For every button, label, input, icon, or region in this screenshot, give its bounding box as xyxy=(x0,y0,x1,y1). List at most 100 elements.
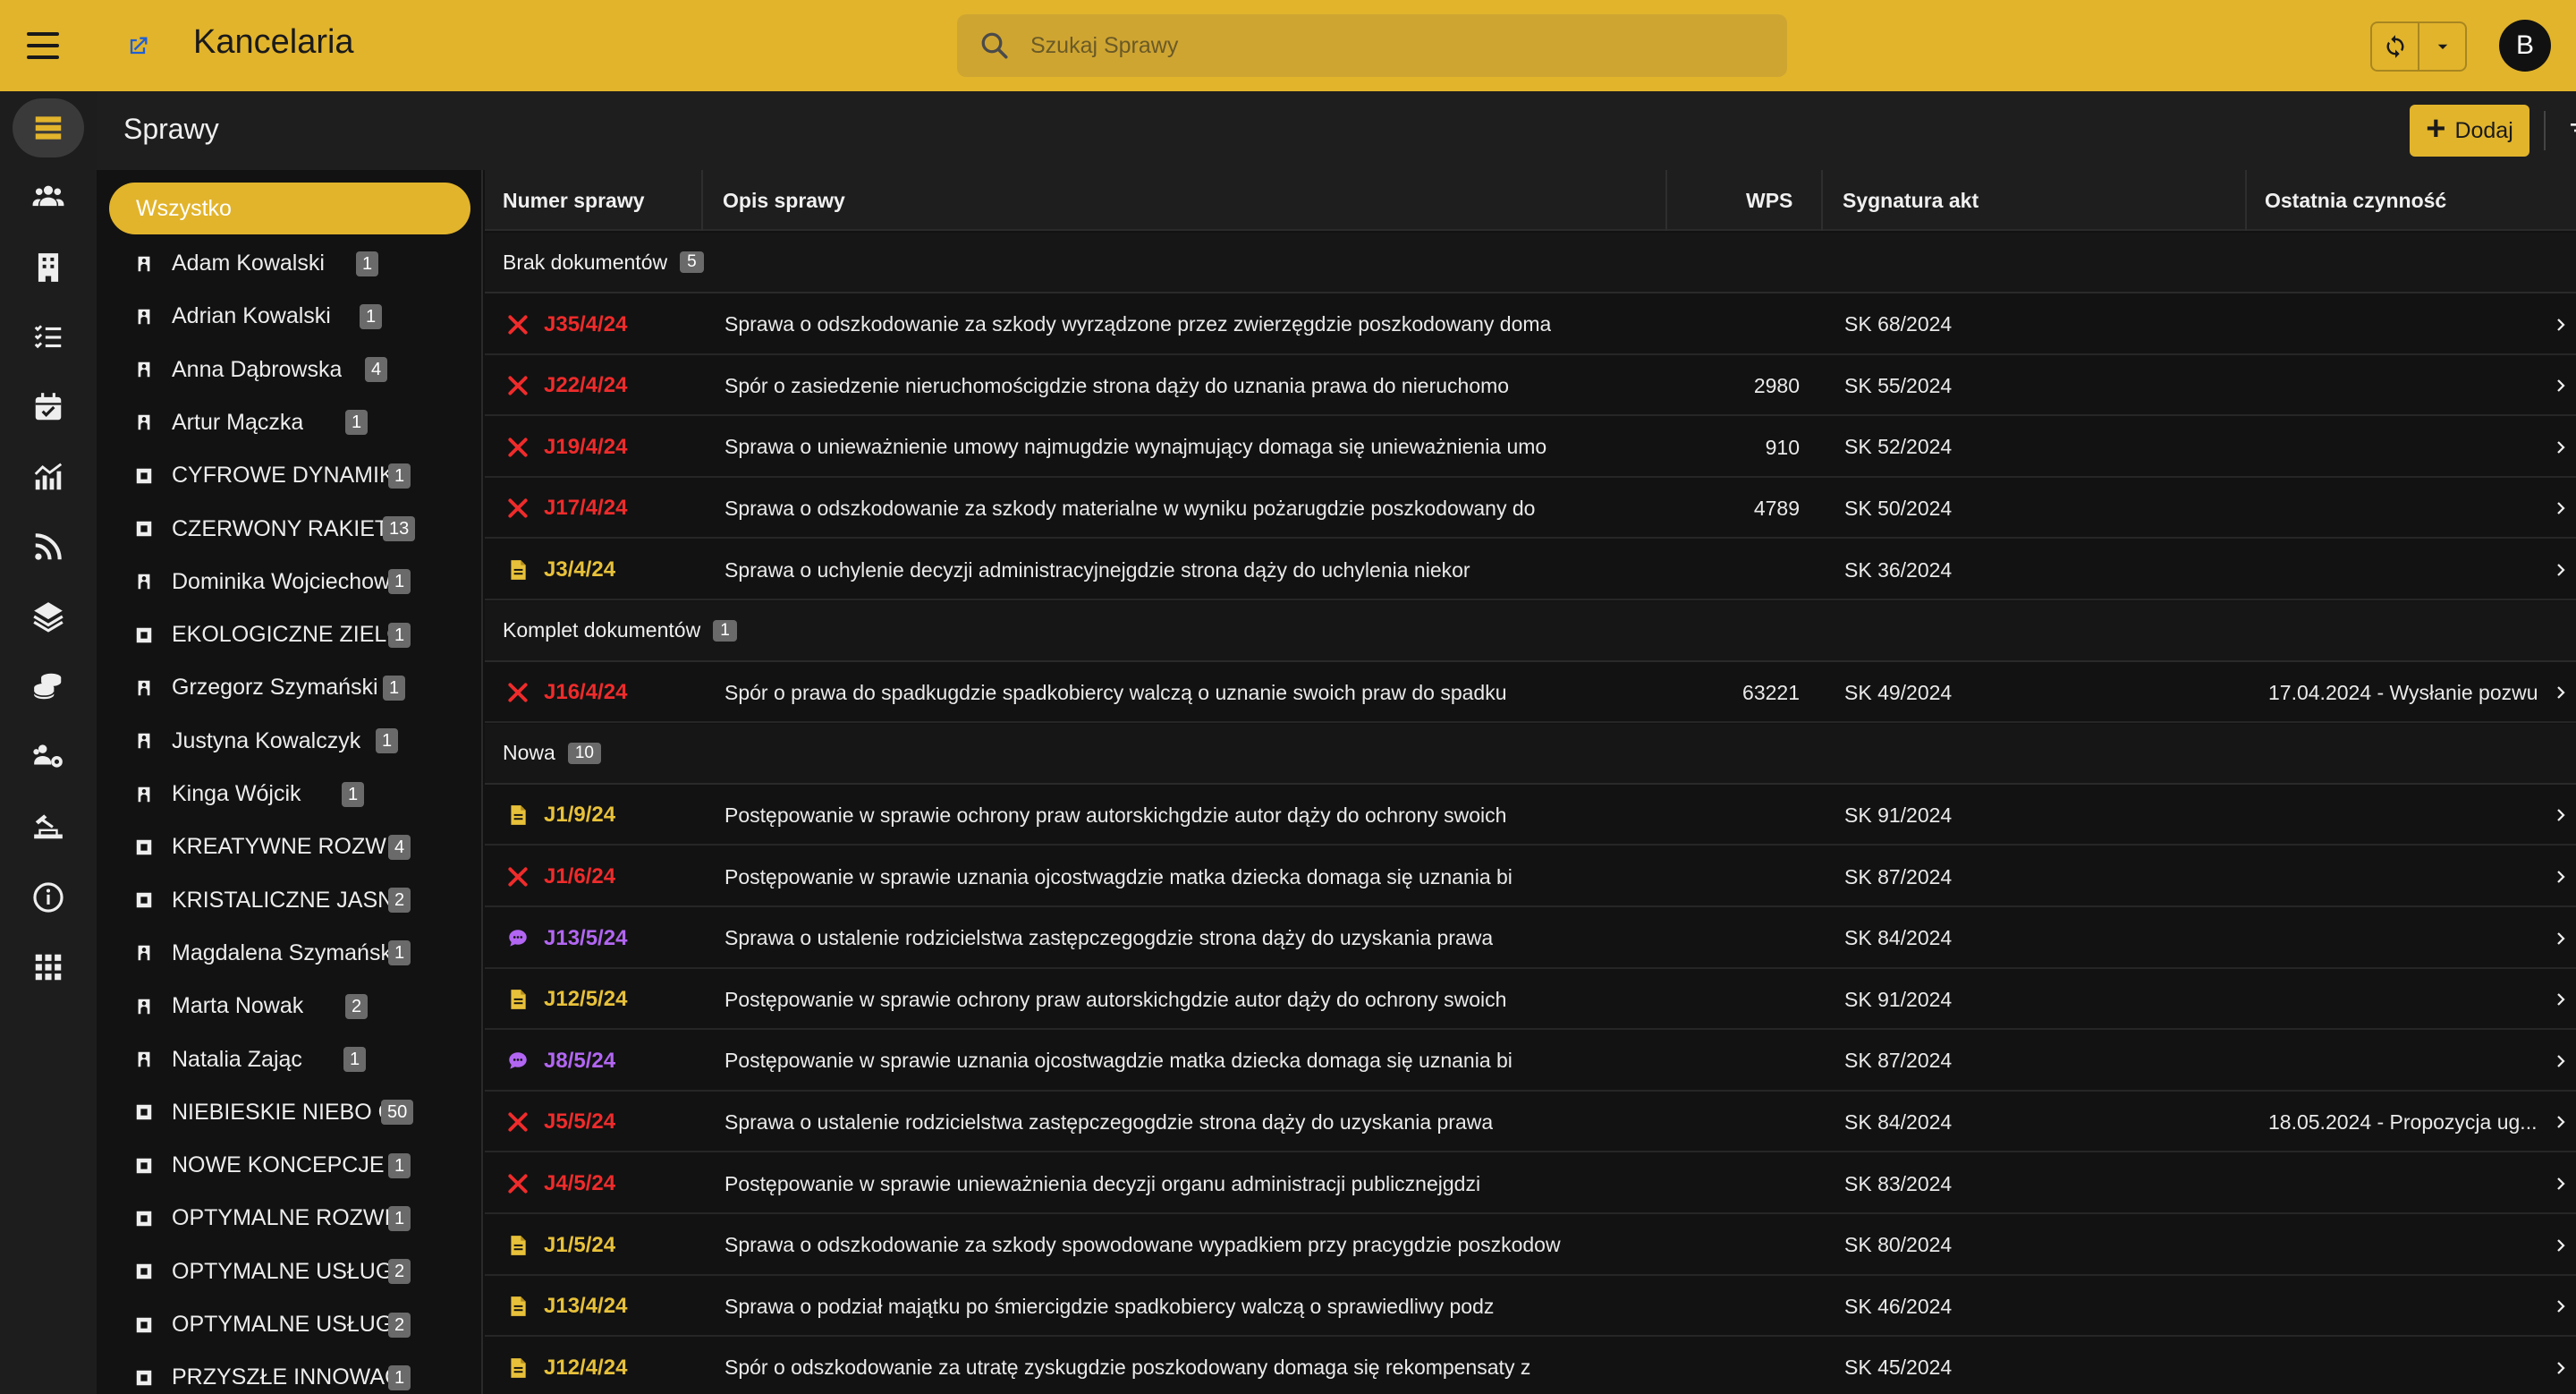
table-row[interactable]: J12/4/24 Spór o odszkodowanie za utratę z… xyxy=(485,1338,2576,1394)
sidebar-client-item[interactable]: Marta Nowak 2 xyxy=(97,980,481,1033)
sidebar-client-item[interactable]: OPTYMALNE ROZWIĄ 1 xyxy=(97,1192,481,1245)
sync-dropdown-button[interactable] xyxy=(2419,23,2465,70)
table-row[interactable]: J3/4/24 Sprawa o uchylenie decyzji admini… xyxy=(485,540,2576,600)
case-number[interactable]: J13/4/24 xyxy=(544,1276,627,1337)
chevron-right-icon[interactable] xyxy=(2553,1297,2569,1315)
table-row[interactable]: J19/4/24 Sprawa o unieważnienie umowy naj… xyxy=(485,417,2576,478)
chevron-right-icon[interactable] xyxy=(2553,561,2569,579)
filter-icon[interactable] xyxy=(2567,116,2576,145)
sidebar-client-item[interactable]: Natalia Zając 1 xyxy=(97,1033,481,1086)
sidebar-client-item[interactable]: Magdalena Szymańsk 1 xyxy=(97,927,481,980)
col-description[interactable]: Opis sprawy xyxy=(723,170,845,231)
chevron-right-icon[interactable] xyxy=(2553,499,2569,517)
chevron-right-icon[interactable] xyxy=(2553,868,2569,886)
table-row[interactable]: J13/4/24 Sprawa o podział majątku po śmie… xyxy=(485,1276,2576,1338)
rail-team[interactable] xyxy=(13,727,84,786)
case-number[interactable]: J19/4/24 xyxy=(544,417,627,478)
open-external-icon[interactable] xyxy=(125,34,150,59)
chevron-right-icon[interactable] xyxy=(2553,316,2569,334)
case-number[interactable]: J35/4/24 xyxy=(544,294,627,355)
chevron-right-icon[interactable] xyxy=(2553,1175,2569,1193)
search-box[interactable] xyxy=(957,14,1787,77)
chevron-right-icon[interactable] xyxy=(2553,930,2569,948)
chevron-right-icon[interactable] xyxy=(2553,377,2569,395)
case-number[interactable]: J16/4/24 xyxy=(544,662,627,723)
case-number[interactable]: J1/6/24 xyxy=(544,846,615,907)
table-row[interactable]: J8/5/24 Postępowanie w sprawie uznania oj… xyxy=(485,1031,2576,1092)
sidebar-client-item[interactable]: KRISTALICZNE JASNI 2 xyxy=(97,874,481,927)
sidebar-client-item[interactable]: OPTYMALNE USŁUGI 2 xyxy=(97,1245,481,1298)
rail-info[interactable] xyxy=(13,868,84,927)
chevron-right-icon[interactable] xyxy=(2553,1237,2569,1254)
sidebar-client-item[interactable]: KREATYWNE ROZWIĄ 4 xyxy=(97,820,481,873)
case-number[interactable]: J12/5/24 xyxy=(544,969,627,1030)
rail-feed[interactable] xyxy=(13,517,84,576)
sidebar-client-item[interactable]: NIEBIESKIE NIEBO G 50 xyxy=(97,1086,481,1139)
case-number[interactable]: J8/5/24 xyxy=(544,1031,615,1092)
sidebar-client-item[interactable]: Artur Mączka 1 xyxy=(97,396,481,449)
table-group-header[interactable]: Komplet dokumentów 1 xyxy=(485,600,2576,662)
sidebar-client-item[interactable]: Adam Kowalski 1 xyxy=(97,237,481,290)
sidebar-client-item[interactable]: OPTYMALNE USŁUGI 2 xyxy=(97,1298,481,1351)
case-number[interactable]: J22/4/24 xyxy=(544,355,627,416)
sidebar-client-item[interactable]: Kinga Wójcik 1 xyxy=(97,768,481,820)
sidebar-client-item[interactable]: Anna Dąbrowska 4 xyxy=(97,344,481,396)
rail-layers[interactable] xyxy=(13,587,84,646)
table-row[interactable]: J17/4/24 Sprawa o odszkodowanie za szkody… xyxy=(485,478,2576,540)
sidebar-client-item[interactable]: Grzegorz Szymański 1 xyxy=(97,661,481,714)
rail-court[interactable] xyxy=(13,796,84,855)
table-row[interactable]: J16/4/24 Spór o prawa do spadkugdzie spad… xyxy=(485,662,2576,724)
sidebar-client-item[interactable]: Adrian Kowalski 1 xyxy=(97,290,481,343)
sidebar-client-item[interactable]: Justyna Kowalczyk 1 xyxy=(97,715,481,768)
rail-clients[interactable] xyxy=(13,166,84,225)
filter-all[interactable]: Wszystko xyxy=(109,183,470,234)
case-number[interactable]: J17/4/24 xyxy=(544,478,627,539)
chevron-right-icon[interactable] xyxy=(2553,684,2569,701)
chevron-right-icon[interactable] xyxy=(2553,1052,2569,1070)
sidebar-client-item[interactable]: Dominika Wojciechow 1 xyxy=(97,556,481,608)
case-number[interactable]: J3/4/24 xyxy=(544,540,615,600)
table-row[interactable]: J4/5/24 Postępowanie w sprawie unieważnie… xyxy=(485,1153,2576,1214)
chevron-right-icon[interactable] xyxy=(2553,438,2569,456)
chevron-right-icon[interactable] xyxy=(2553,990,2569,1008)
table-group-header[interactable]: Nowa 10 xyxy=(485,723,2576,785)
table-group-header[interactable]: Brak dokumentów 5 xyxy=(485,233,2576,293)
menu-icon[interactable] xyxy=(27,32,59,59)
rail-calendar[interactable] xyxy=(13,378,84,437)
sidebar-client-item[interactable]: CYFROWE DYNAMIKI 1 xyxy=(97,449,481,502)
rail-offices[interactable] xyxy=(13,238,84,297)
chevron-right-icon[interactable] xyxy=(2553,1113,2569,1131)
case-number[interactable]: J13/5/24 xyxy=(544,908,627,969)
rail-finance[interactable] xyxy=(13,657,84,716)
table-row[interactable]: J22/4/24 Spór o zasiedzenie nieruchomości… xyxy=(485,355,2576,417)
col-signature[interactable]: Sygnatura akt xyxy=(1843,170,1979,231)
table-row[interactable]: J5/5/24 Sprawa o ustalenie rodzicielstwa … xyxy=(485,1092,2576,1153)
sidebar-client-item[interactable]: NOWE KONCEPCJE H1 xyxy=(97,1139,481,1192)
case-number[interactable]: J5/5/24 xyxy=(544,1092,615,1152)
col-last-activity[interactable]: Ostatnia czynność xyxy=(2265,170,2446,231)
sidebar-client-item[interactable]: PRZYSZŁE INNOWAC. 1 xyxy=(97,1351,481,1394)
table-row[interactable]: J12/5/24 Postępowanie w sprawie ochrony p… xyxy=(485,969,2576,1031)
table-row[interactable]: J35/4/24 Sprawa o odszkodowanie za szkody… xyxy=(485,294,2576,355)
search-input[interactable] xyxy=(1030,32,1746,59)
sidebar-client-item[interactable]: EKOLOGICZNE ZIELOI 1 xyxy=(97,608,481,661)
col-wps[interactable]: WPS xyxy=(1746,170,1792,231)
table-row[interactable]: J13/5/24 Sprawa o ustalenie rodzicielstwa… xyxy=(485,908,2576,969)
sidebar-client-item[interactable]: CZERWONY RAKIET 13 xyxy=(97,503,481,556)
add-case-button[interactable]: + Dodaj xyxy=(2410,105,2529,157)
rail-cases[interactable] xyxy=(13,98,84,157)
table-row[interactable]: J1/9/24 Postępowanie w sprawie ochrony pr… xyxy=(485,785,2576,846)
case-number[interactable]: J1/9/24 xyxy=(544,785,615,846)
sync-button[interactable] xyxy=(2372,23,2419,70)
user-avatar[interactable]: B xyxy=(2499,20,2551,72)
col-case-number[interactable]: Numer sprawy xyxy=(503,170,645,231)
case-number[interactable]: J1/5/24 xyxy=(544,1215,615,1276)
case-number[interactable]: J4/5/24 xyxy=(544,1153,615,1214)
chevron-right-icon[interactable] xyxy=(2553,806,2569,824)
table-row[interactable]: J1/5/24 Sprawa o odszkodowanie za szkody … xyxy=(485,1215,2576,1276)
chevron-right-icon[interactable] xyxy=(2553,1359,2569,1377)
rail-tasks[interactable] xyxy=(13,308,84,367)
table-row[interactable]: J1/6/24 Postępowanie w sprawie uznania oj… xyxy=(485,846,2576,907)
rail-apps[interactable] xyxy=(13,938,84,997)
case-number[interactable]: J12/4/24 xyxy=(544,1338,627,1394)
